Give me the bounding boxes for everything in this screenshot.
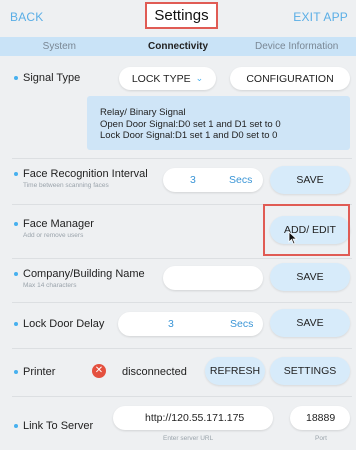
tab-bar: System Connectivity Device Information bbox=[0, 37, 356, 56]
divider bbox=[12, 396, 352, 397]
signal-info-line: Lock Door Signal:D1 set 1 and D0 set to … bbox=[100, 130, 278, 141]
lock-door-delay-value: 3 bbox=[168, 318, 174, 330]
bullet-icon bbox=[14, 322, 18, 326]
printer-label: Printer bbox=[23, 366, 56, 378]
face-manager-sublabel: Add or remove users bbox=[23, 232, 84, 239]
error-x-icon: ✕ bbox=[92, 364, 106, 378]
tab-connectivity[interactable]: Connectivity bbox=[119, 37, 238, 56]
divider bbox=[12, 302, 352, 303]
refresh-button[interactable]: REFRESH bbox=[205, 357, 265, 385]
server-url-caption: Enter server URL bbox=[163, 435, 214, 442]
lock-door-delay-unit: Secs bbox=[230, 318, 254, 330]
company-name-label: Company/Building Name bbox=[23, 268, 145, 280]
bullet-icon bbox=[14, 370, 18, 374]
signal-info-line: Relay/ Binary Signal bbox=[100, 107, 186, 118]
chevron-down-icon: ⌄ bbox=[195, 73, 204, 83]
face-interval-input[interactable]: 3 Secs bbox=[163, 168, 263, 192]
configuration-button[interactable]: CONFIGURATION bbox=[230, 67, 350, 90]
server-url-value: http://120.55.171.175 bbox=[145, 412, 245, 424]
mouse-cursor-icon bbox=[288, 231, 298, 245]
lock-type-value: LOCK TYPE bbox=[131, 72, 191, 85]
lock-door-delay-input[interactable]: 3 Secs bbox=[118, 312, 263, 336]
divider bbox=[12, 348, 352, 349]
save-company-name-button[interactable]: SAVE bbox=[270, 263, 350, 291]
face-manager-label: Face Manager bbox=[23, 218, 94, 230]
tab-device-information[interactable]: Device Information bbox=[237, 37, 356, 56]
face-interval-unit: Secs bbox=[229, 174, 253, 186]
server-port-value: 18889 bbox=[306, 412, 336, 424]
back-button[interactable]: BACK bbox=[10, 10, 43, 24]
tab-system[interactable]: System bbox=[0, 37, 119, 56]
page-title: Settings bbox=[145, 2, 218, 29]
top-bar: BACK Settings EXIT APP bbox=[0, 0, 356, 34]
exit-app-button[interactable]: EXIT APP bbox=[293, 10, 348, 24]
divider bbox=[12, 258, 352, 259]
signal-info-line: Open Door Signal:D0 set 1 and D1 set to … bbox=[100, 118, 281, 130]
divider bbox=[12, 158, 352, 159]
lock-type-dropdown[interactable]: LOCK TYPE ⌄ bbox=[119, 67, 216, 90]
company-name-sublabel: Max 14 characters bbox=[23, 282, 77, 289]
bullet-icon bbox=[14, 172, 18, 176]
printer-status: disconnected bbox=[122, 366, 187, 378]
company-name-input[interactable] bbox=[163, 266, 263, 290]
bullet-icon bbox=[14, 272, 18, 276]
signal-info-box: Relay/ Binary Signal Open Door Signal:D0… bbox=[87, 96, 350, 150]
server-port-caption: Port bbox=[315, 435, 327, 442]
bullet-icon bbox=[14, 76, 18, 80]
highlight-box bbox=[263, 204, 350, 256]
link-to-server-label: Link To Server bbox=[23, 420, 94, 432]
face-recognition-interval-sublabel: Time between scanning faces bbox=[23, 182, 109, 189]
signal-type-label: Signal Type bbox=[23, 72, 81, 84]
printer-settings-button[interactable]: SETTINGS bbox=[270, 357, 350, 385]
bullet-icon bbox=[14, 222, 18, 226]
server-port-input[interactable]: 18889 bbox=[290, 406, 350, 430]
server-url-input[interactable]: http://120.55.171.175 bbox=[113, 406, 273, 430]
bullet-icon bbox=[14, 424, 18, 428]
lock-door-delay-label: Lock Door Delay bbox=[23, 318, 105, 330]
face-recognition-interval-label: Face Recognition Interval bbox=[23, 168, 148, 180]
face-interval-value: 3 bbox=[190, 174, 196, 186]
save-face-interval-button[interactable]: SAVE bbox=[270, 166, 350, 194]
save-lock-door-delay-button[interactable]: SAVE bbox=[270, 309, 350, 337]
